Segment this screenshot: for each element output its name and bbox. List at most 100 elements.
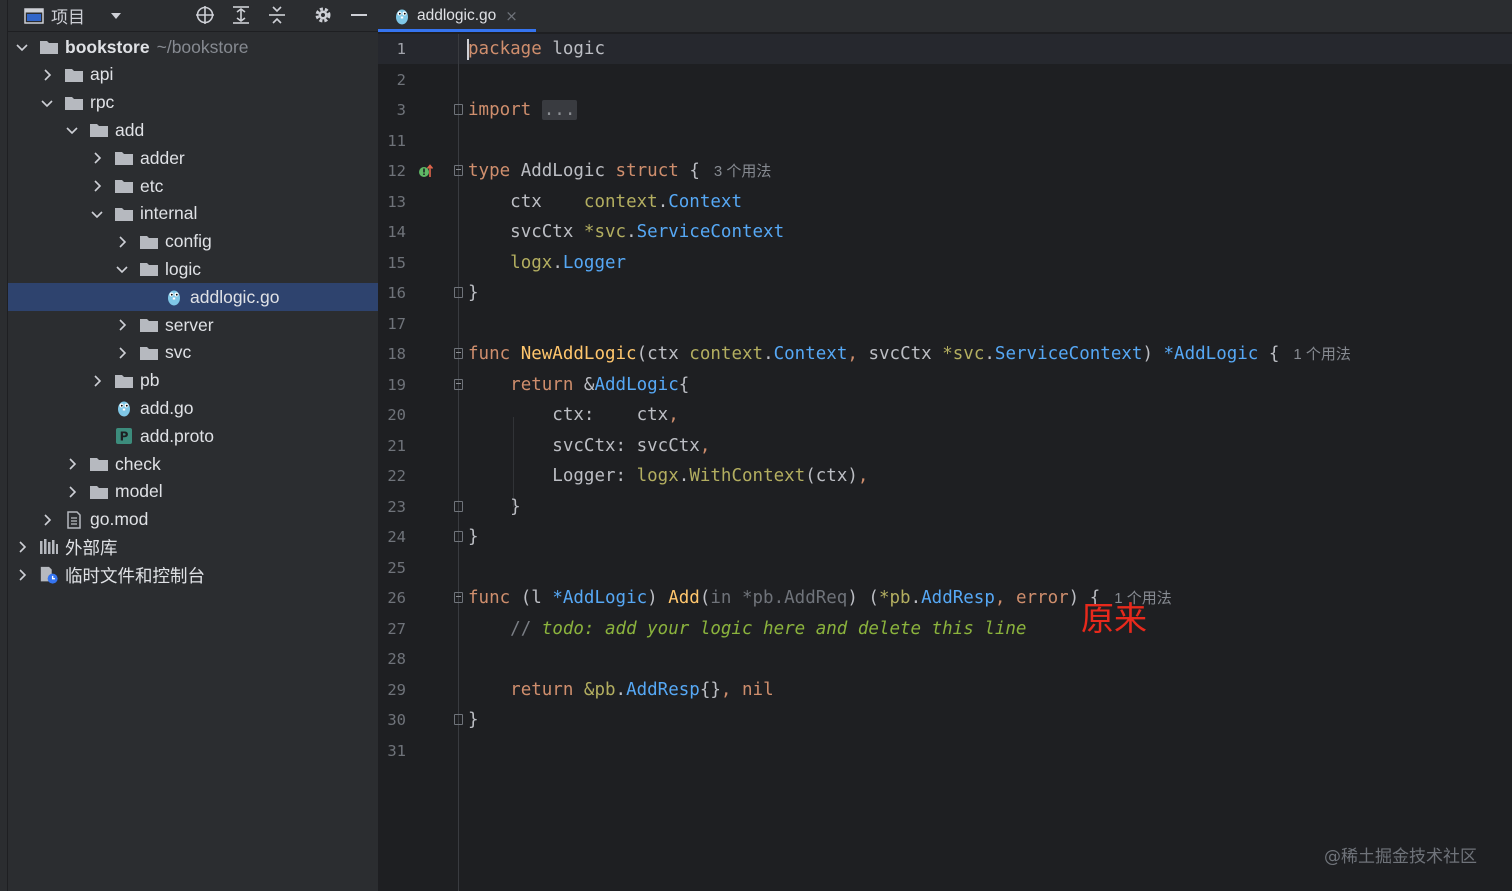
line-number: 3 [396, 101, 406, 119]
collapse-all-button[interactable] [266, 4, 288, 26]
tab-close-icon[interactable]: × [505, 7, 518, 25]
fold-end-icon[interactable] [454, 500, 463, 512]
tree-node-rpc[interactable]: rpc [0, 89, 378, 117]
todo-comment: todo: add your logic here and delete thi… [541, 618, 1027, 639]
chevron-down-icon[interactable] [90, 207, 104, 221]
fold-end-icon[interactable] [454, 287, 463, 298]
tree-node-go-mod[interactable]: go.mod [0, 506, 378, 534]
chevron-right-icon[interactable] [65, 485, 79, 499]
folded-imports[interactable]: ... [541, 100, 578, 120]
code-line: 19 return &AddLogic{ [378, 370, 1512, 400]
code-line: 29 return &pb.AddResp{}, nil [378, 675, 1512, 705]
fold-minus-icon[interactable] [454, 592, 463, 603]
code-line: 27 // todo: add your logic here and dele… [378, 614, 1512, 644]
tree-node-node-18[interactable]: 外部库 [0, 533, 378, 561]
code-line: 12 type AddLogic struct {3 个用法 [378, 156, 1512, 186]
line-number: 17 [387, 314, 406, 333]
usage-hint[interactable]: 3 个用法 [714, 163, 772, 180]
active-tab-indicator [378, 29, 536, 32]
tree-node-svc[interactable]: svc [0, 339, 378, 367]
tree-node-node-19[interactable]: 临时文件和控制台 [0, 561, 378, 589]
tree-node-add[interactable]: add [0, 116, 378, 144]
code-text: svcCtx *svc.ServiceContext [510, 222, 785, 242]
tree-node-etc[interactable]: etc [0, 172, 378, 200]
tree-node-addlogic-go[interactable]: addlogic.go [0, 283, 378, 312]
chevron-right-icon[interactable] [115, 235, 129, 249]
project-tool-window: 项目 bookstore ~/bookstore api rpc add add… [0, 0, 378, 891]
code-text: } [468, 283, 479, 303]
line-number: 12 [387, 162, 406, 180]
line-number: 2 [396, 70, 406, 89]
tab-addlogic-go[interactable]: addlogic.go × [378, 0, 536, 32]
fold-minus-icon[interactable] [454, 165, 463, 176]
chevron-down-icon[interactable] [65, 123, 79, 137]
fold-end-icon[interactable] [454, 531, 463, 542]
chevron-right-icon[interactable] [90, 374, 104, 388]
chevron-down-icon[interactable] [40, 96, 54, 110]
code-text: } [468, 710, 479, 730]
chevron-right-icon[interactable] [90, 151, 104, 165]
code-line: 2 [378, 65, 1512, 95]
code-line: 26 func (l *AddLogic) Add(in *pb.AddReq)… [378, 583, 1512, 613]
tree-node-add-proto[interactable]: Padd.proto [0, 422, 378, 450]
fold-plus-icon[interactable] [454, 104, 463, 115]
tree-node-add-go[interactable]: add.go [0, 394, 378, 422]
text-caret [467, 39, 469, 60]
project-view-selector[interactable]: 项目 [24, 0, 123, 31]
implemented-marker-icon[interactable] [418, 163, 434, 179]
tree-node-adder[interactable]: adder [0, 144, 378, 172]
tree-node-label: config [165, 231, 212, 252]
fold-minus-icon[interactable] [454, 348, 463, 359]
chevron-down-icon[interactable] [15, 40, 29, 54]
tree-node-label: add [115, 119, 145, 140]
tree-node-api[interactable]: api [0, 61, 378, 89]
line-number: 11 [387, 131, 406, 150]
chevron-right-icon[interactable] [115, 318, 129, 332]
tree-node-config[interactable]: config [0, 228, 378, 256]
folder-icon [89, 455, 109, 473]
expand-all-button[interactable] [230, 4, 252, 26]
code-line: 25 [378, 553, 1512, 583]
code-text: // todo: add your logic here and delete … [510, 618, 1027, 639]
code-text: ctx: ctx, [552, 405, 679, 425]
go-gopher-icon [114, 399, 134, 417]
tree-node-internal[interactable]: internal [0, 200, 378, 228]
tree-node-check[interactable]: check [0, 450, 378, 478]
chevron-right-icon[interactable] [40, 513, 54, 527]
code-line: 30 } [378, 705, 1512, 735]
code-text: return &pb.AddResp{}, nil [510, 679, 774, 700]
proto-file-icon: P [114, 427, 134, 445]
code-text: } [510, 496, 521, 517]
tree-node-label: api [90, 64, 114, 85]
chevron-right-icon[interactable] [40, 68, 54, 82]
line-number: 24 [387, 528, 406, 546]
usage-hint[interactable]: 1 个用法 [1293, 346, 1351, 363]
code-line: 21 svcCtx: svcCtx, [378, 431, 1512, 461]
library-icon [39, 538, 59, 556]
tree-node-model[interactable]: model [0, 478, 378, 506]
fold-end-icon[interactable] [454, 714, 463, 725]
tree-node-label: logic [165, 258, 201, 279]
chevron-right-icon[interactable] [90, 179, 104, 193]
tree-node-label: 临时文件和控制台 [65, 565, 205, 586]
locate-file-button[interactable] [194, 4, 216, 26]
fold-minus-icon[interactable] [454, 378, 463, 390]
tree-node-pb[interactable]: pb [0, 367, 378, 395]
minimize-icon [351, 14, 367, 16]
chevron-right-icon[interactable] [15, 568, 29, 582]
go-gopher-icon [164, 288, 184, 306]
tree-node-bookstore[interactable]: bookstore ~/bookstore [0, 33, 378, 61]
tree-node-logic[interactable]: logic [0, 255, 378, 283]
chevron-right-icon[interactable] [115, 346, 129, 360]
folder-icon [114, 177, 134, 195]
tree-node-label: addlogic.go [190, 286, 280, 307]
hide-panel-button[interactable] [348, 4, 370, 26]
tree-node-server[interactable]: server [0, 311, 378, 339]
settings-button[interactable] [312, 4, 334, 26]
chevron-right-icon[interactable] [15, 540, 29, 554]
tree-node-path-hint: ~/bookstore [156, 36, 249, 57]
code-text: Logger: logx.WithContext(ctx), [552, 466, 869, 486]
code-area[interactable]: 1 package logic 2 3 import ... 11 12 typ… [378, 34, 1512, 891]
chevron-right-icon[interactable] [65, 457, 79, 471]
chevron-down-icon[interactable] [115, 262, 129, 276]
